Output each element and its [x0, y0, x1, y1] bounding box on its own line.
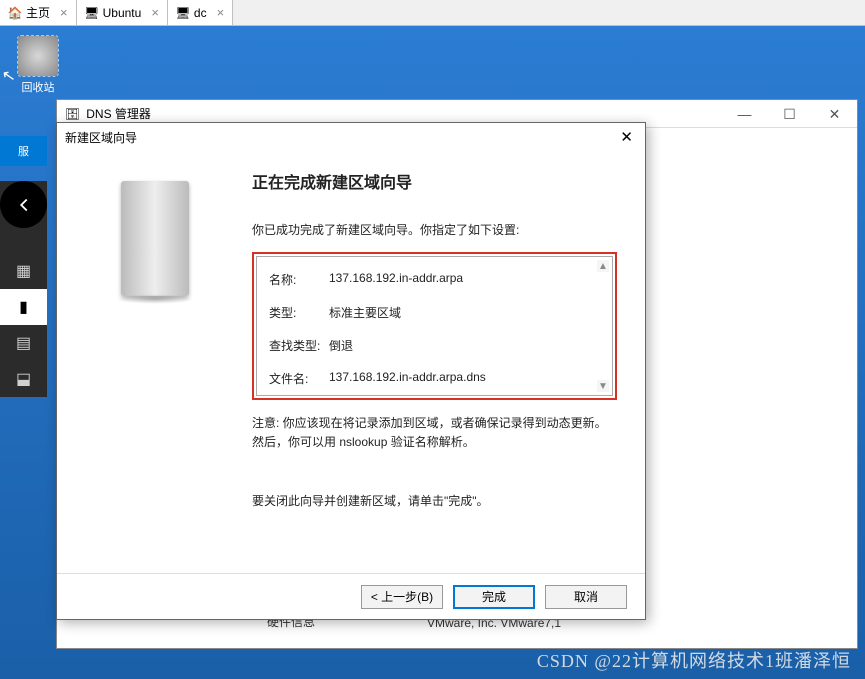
scroll-down-icon[interactable]: ▼ [597, 380, 609, 392]
summary-name-label: 名称: [269, 271, 329, 288]
close-button[interactable]: ✕ [812, 100, 857, 128]
wizard-graphic-pane [57, 151, 252, 571]
wizard-footer-msg: 要关闭此向导并创建新区域，请单击"完成"。 [252, 492, 617, 509]
wizard-titlebar[interactable]: 新建区域向导 ✕ [57, 123, 645, 151]
scroll-up-icon[interactable]: ▲ [597, 260, 609, 272]
summary-type-label: 类型: [269, 304, 329, 321]
minimize-button[interactable]: — [722, 100, 767, 128]
tab-ubuntu[interactable]: 🖥 Ubuntu × [77, 0, 168, 25]
summary-file-label: 文件名: [269, 370, 329, 387]
close-icon[interactable]: × [217, 5, 225, 20]
home-icon: 🏠 [8, 6, 22, 20]
window-controls: — ☐ ✕ [722, 100, 857, 128]
finish-button[interactable]: 完成 [453, 585, 535, 609]
wizard-completed-msg: 你已成功完成了新建区域向导。你指定了如下设置: [252, 221, 617, 238]
summary-file-value: 137.168.192.in-addr.arpa.dns [329, 370, 486, 387]
sidebar-item-disk[interactable]: ▤ [0, 325, 47, 361]
vmware-sidebar: 服 ▦ ▮ ▤ ⬓ [0, 181, 47, 397]
wizard-heading: 正在完成新建区域向导 [252, 169, 617, 193]
summary-lookup-label: 查找类型: [269, 337, 329, 354]
sidebar-banner[interactable]: 服 [0, 136, 47, 166]
tab-label: dc [194, 6, 207, 20]
browser-tabs: 🏠 主页 × 🖥 Ubuntu × 🖥 dc × [0, 0, 865, 26]
close-icon[interactable]: × [60, 5, 68, 20]
tab-home[interactable]: 🏠 主页 × [0, 0, 77, 25]
summary-name-value: 137.168.192.in-addr.arpa [329, 271, 463, 288]
close-icon[interactable]: ✕ [616, 128, 637, 146]
arrow-left-icon [13, 194, 35, 216]
back-button[interactable]: < 上一步(B) [361, 585, 443, 609]
recycle-bin-label: 回收站 [8, 79, 68, 95]
vm-desktop: 回收站 ↖ 服 ▦ ▮ ▤ ⬓ 🗄 DNS 管理器 — ☐ ✕ 一个或多个连续的… [0, 26, 865, 679]
wizard-summary-list[interactable]: 名称: 137.168.192.in-addr.arpa 类型: 标准主要区域 … [256, 256, 613, 396]
recycle-bin[interactable]: 回收站 [8, 36, 68, 95]
cancel-button[interactable]: 取消 [545, 585, 627, 609]
summary-lookup-value: 倒退 [329, 337, 353, 354]
sidebar-item-info[interactable]: ▮ [0, 289, 47, 325]
watermark: CSDN @22计算机网络技术1班潘泽恒 [537, 647, 851, 673]
tab-dc[interactable]: 🖥 dc × [168, 0, 233, 25]
new-zone-wizard-dialog: 新建区域向导 ✕ 正在完成新建区域向导 你已成功完成了新建区域向导。你指定了如下… [56, 122, 646, 620]
tab-label: 主页 [26, 4, 50, 21]
tab-label: Ubuntu [103, 6, 142, 20]
sidebar-item-grid[interactable]: ▦ [0, 253, 47, 289]
sidebar-item-network[interactable]: ⬓ [0, 361, 47, 397]
vm-icon: 🖥 [85, 6, 99, 20]
maximize-button[interactable]: ☐ [767, 100, 812, 128]
back-button[interactable] [0, 181, 47, 228]
wizard-title: 新建区域向导 [65, 129, 137, 146]
wizard-note: 注意: 你应该现在将记录添加到区域，或者确保记录得到动态更新。然后，你可以用 n… [252, 414, 617, 452]
server-icon [121, 181, 189, 296]
dns-icon: 🗄 [65, 107, 80, 121]
wizard-button-bar: < 上一步(B) 完成 取消 [57, 573, 645, 619]
vm-icon: 🖥 [176, 6, 190, 20]
close-icon[interactable]: × [151, 5, 159, 20]
summary-type-value: 标准主要区域 [329, 304, 401, 321]
recycle-bin-icon [18, 36, 58, 76]
wizard-summary-highlight: 名称: 137.168.192.in-addr.arpa 类型: 标准主要区域 … [252, 252, 617, 400]
